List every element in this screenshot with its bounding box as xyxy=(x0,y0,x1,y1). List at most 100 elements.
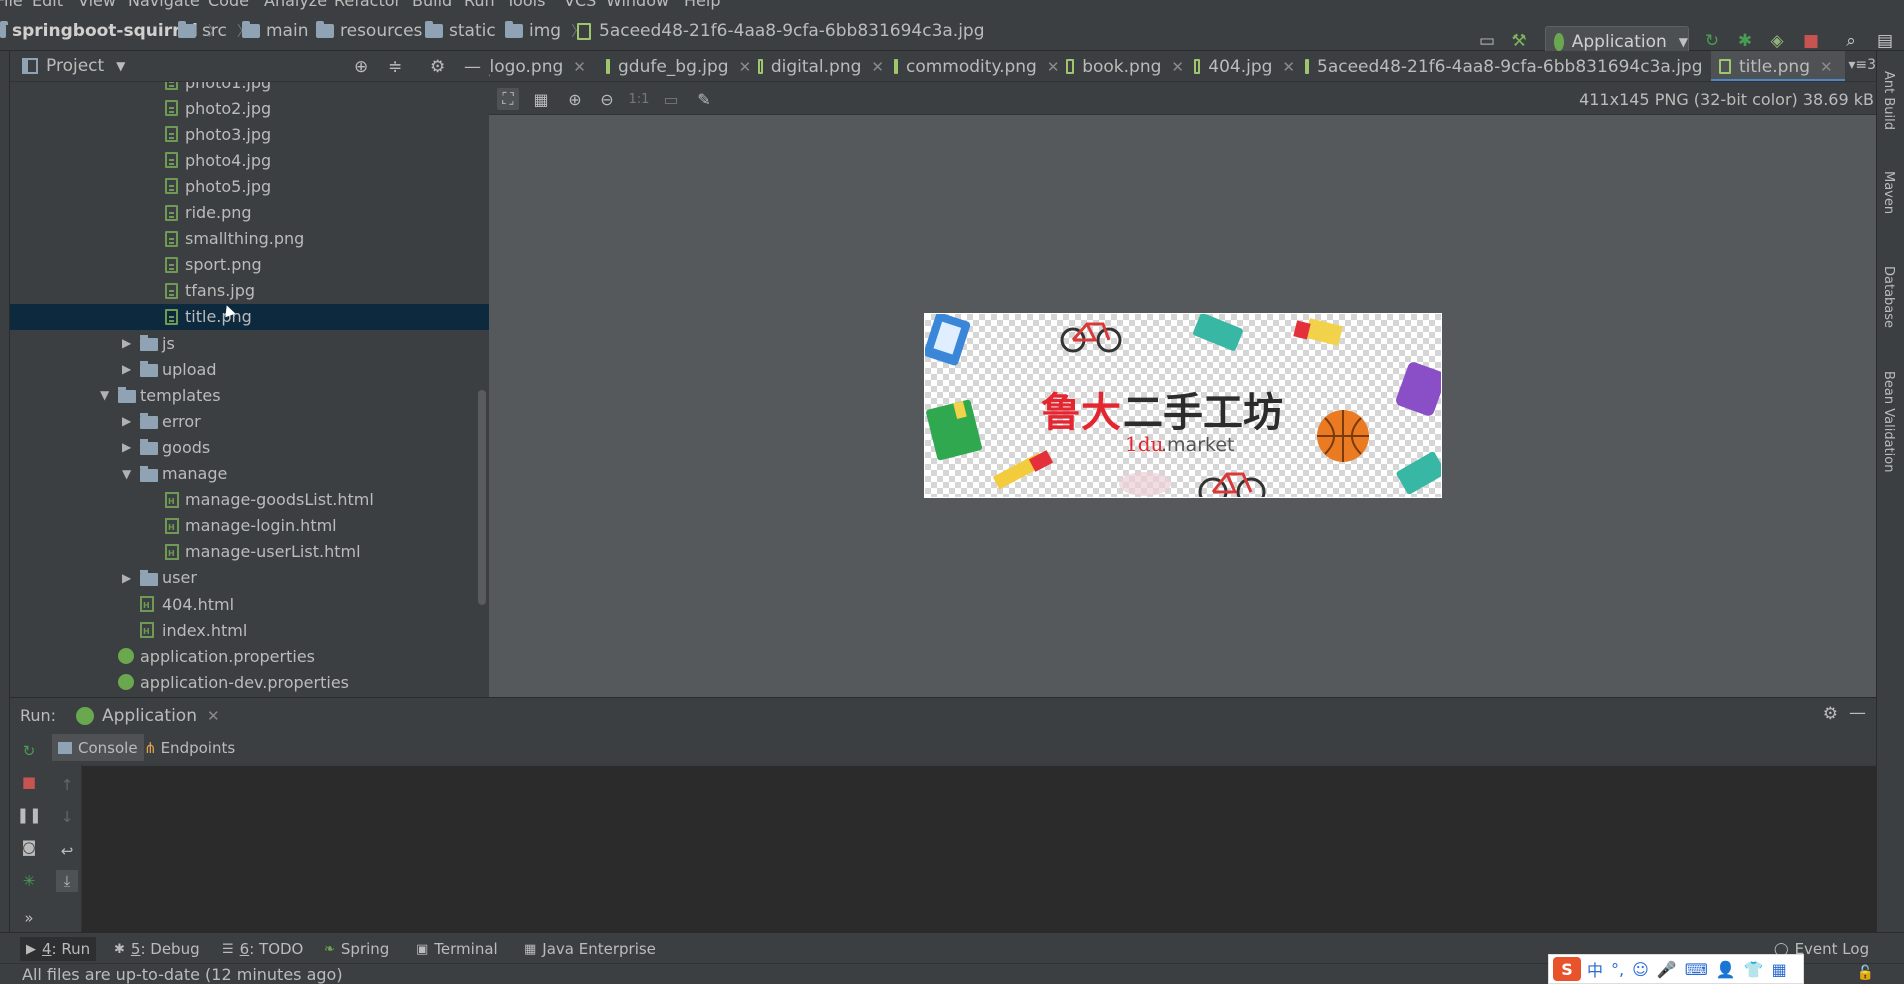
stop-icon[interactable]: ■ xyxy=(1800,30,1822,52)
soft-wrap-icon[interactable]: ↩ xyxy=(56,840,78,862)
scroll-to-end-icon[interactable]: ⤓ xyxy=(56,870,78,892)
expand-arrow-right-icon[interactable]: ▶ xyxy=(122,362,131,376)
run-tab-application[interactable]: Application ✕ xyxy=(76,702,220,729)
expand-arrow-right-icon[interactable]: ▶ xyxy=(122,440,131,454)
tree-scrollbar[interactable] xyxy=(478,390,486,605)
up-arrow-icon[interactable]: ↑ xyxy=(56,774,78,796)
restore-layout-icon[interactable]: ✳ xyxy=(18,870,40,892)
maven-tab[interactable]: Maven xyxy=(1881,171,1896,214)
tree-item-error[interactable]: ▶ error xyxy=(10,408,489,434)
menu-item[interactable]: Analyze xyxy=(264,0,327,10)
close-tab-icon[interactable]: ✕ xyxy=(1282,58,1295,76)
search-icon[interactable]: ⌕ xyxy=(1840,30,1862,52)
ant-build-tab[interactable]: Ant Build xyxy=(1881,71,1896,130)
tree-item-js[interactable]: ▶ js xyxy=(10,330,489,356)
tree-item-tfans-jpg[interactable]: tfans.jpg xyxy=(10,278,489,304)
tree-item-application-properties[interactable]: application.properties xyxy=(10,643,489,669)
menu-item[interactable]: Edit xyxy=(32,0,63,10)
tool-tab-run[interactable]: ▶ 4: Run xyxy=(20,937,97,961)
editor-tab-logo-png[interactable]: _logo.png ✕ xyxy=(489,51,586,81)
breadcrumb-img[interactable]: img 〉 xyxy=(505,20,585,42)
terminal-window-icon[interactable]: ▭ xyxy=(1476,30,1498,52)
editor-tab-5aceed48-21f6-4aa8-9cfa-6bb831694c3a-jpg[interactable]: 5aceed48-21f6-4aa8-9cfa-6bb831694c3a.jpg… xyxy=(1297,51,1725,81)
fit-zoom-icon[interactable]: ▭ xyxy=(660,88,682,110)
color-picker-icon[interactable]: ✎ xyxy=(693,88,715,110)
gear-icon[interactable]: ⚙ xyxy=(430,57,445,77)
zoom-out-icon[interactable]: ⊖ xyxy=(596,88,618,110)
rerun-icon[interactable]: ↻ xyxy=(18,740,40,762)
editor-tab-digital-png[interactable]: digital.png ✕ xyxy=(750,51,884,81)
tree-item-photo1-jpg[interactable]: photo1.jpg xyxy=(10,82,489,95)
tree-item-manage[interactable]: ▼ manage xyxy=(10,461,489,487)
tool-tab-todo[interactable]: ☰ 6: TODO xyxy=(216,937,309,961)
tool-tab-spring[interactable]: ❧ Spring xyxy=(318,937,395,961)
tab-console[interactable]: Console xyxy=(52,734,144,761)
menu-item[interactable]: Code xyxy=(208,0,249,10)
menu-item[interactable]: Navigate xyxy=(128,0,200,10)
tool-tab-terminal[interactable]: ▣ Terminal xyxy=(410,937,504,961)
editor-tab-title-png[interactable]: title.png ✕ xyxy=(1711,51,1845,81)
sogou-logo-icon[interactable]: S xyxy=(1553,957,1581,981)
minimize-icon[interactable]: — xyxy=(464,57,481,77)
menu-item[interactable]: Build xyxy=(412,0,452,10)
minimize-icon[interactable]: — xyxy=(1849,703,1866,723)
camera-icon[interactable]: ◙ xyxy=(18,836,40,858)
grid-toggle-icon[interactable]: ▦ xyxy=(530,88,552,110)
tree-item-photo4-jpg[interactable]: photo4.jpg xyxy=(10,147,489,173)
tree-item-ride-png[interactable]: ride.png xyxy=(10,200,489,226)
ime-language-indicator[interactable]: 中 xyxy=(1587,957,1603,981)
chessboard-toggle-icon[interactable]: ⛶ xyxy=(497,88,519,110)
menu-item[interactable]: Window xyxy=(606,0,669,10)
menu-item[interactable]: Refactor xyxy=(334,0,401,10)
close-tab-icon[interactable]: ✕ xyxy=(1171,58,1184,76)
editor-tab-404-jpg[interactable]: 404.jpg ✕ xyxy=(1186,51,1295,81)
tree-item-photo2-jpg[interactable]: photo2.jpg xyxy=(10,95,489,121)
tree-item-index-html[interactable]: index.html xyxy=(10,617,489,643)
keyboard-icon[interactable]: ⌨ xyxy=(1685,960,1708,979)
expand-arrow-right-icon[interactable]: ▶ xyxy=(122,336,131,350)
menu-item[interactable]: Tools xyxy=(506,0,545,10)
expand-arrow-right-icon[interactable]: ▶ xyxy=(122,414,131,428)
tab-endpoints[interactable]: ⋔ Endpoints xyxy=(138,734,241,761)
shirt-icon[interactable]: 👕 xyxy=(1744,960,1764,979)
breadcrumb-src[interactable]: src〉 xyxy=(178,20,251,42)
project-view-selector[interactable]: Project ▼ xyxy=(22,56,125,76)
tree-item-manage-login-html[interactable]: manage-login.html xyxy=(10,513,489,539)
editor-tab-book-png[interactable]: book.png ✕ xyxy=(1058,51,1184,81)
build-hammer-icon[interactable]: ⚒ xyxy=(1508,30,1530,52)
emoji-icon[interactable]: ☺ xyxy=(1632,960,1649,979)
rerun-icon[interactable]: ↻ xyxy=(1701,30,1723,52)
pause-icon[interactable]: ❚❚ xyxy=(16,804,41,826)
more-icon[interactable]: » xyxy=(18,907,40,929)
editor-tab-commodity-png[interactable]: commodity.png ✕ xyxy=(886,51,1059,81)
punctuation-icon[interactable]: °, xyxy=(1611,960,1624,979)
tree-item-photo3-jpg[interactable]: photo3.jpg xyxy=(10,121,489,147)
editor-tab-gdufe-bg-jpg[interactable]: gdufe_bg.jpg ✕ xyxy=(598,51,751,81)
debug-bug-icon[interactable]: ✱ xyxy=(1734,30,1756,52)
tree-item-title-png[interactable]: title.png xyxy=(10,303,489,330)
breadcrumb-file[interactable]: 5aceed48-21f6-4aa8-9cfa-6bb831694c3a.jpg xyxy=(577,20,985,42)
tree-item-upload[interactable]: ▶ upload xyxy=(10,356,489,382)
tool-tab-debug[interactable]: ✱ 5: Debug xyxy=(108,937,206,961)
bean-validation-tab[interactable]: Bean Validation xyxy=(1881,371,1896,472)
tree-item-user[interactable]: ▶ user xyxy=(10,565,489,591)
expand-arrow-right-icon[interactable]: ▶ xyxy=(122,571,131,585)
expand-arrow-down-icon[interactable]: ▼ xyxy=(122,467,131,481)
tree-item-sport-png[interactable]: sport.png xyxy=(10,252,489,278)
project-structure-icon[interactable]: ▤ xyxy=(1874,30,1896,52)
close-icon[interactable]: ✕ xyxy=(207,707,220,725)
more-tabs-icon[interactable]: ▾≡3 xyxy=(1848,57,1876,73)
coverage-shield-icon[interactable]: ◈ xyxy=(1766,30,1788,52)
actual-size-button[interactable]: 1:1 xyxy=(628,88,650,110)
down-arrow-icon[interactable]: ↓ xyxy=(56,806,78,828)
menu-item[interactable]: Run xyxy=(464,0,495,10)
stop-icon[interactable]: ■ xyxy=(18,771,40,793)
menu-item[interactable]: Help xyxy=(684,0,720,10)
tree-item-manage-userlist-html[interactable]: manage-userList.html xyxy=(10,539,489,565)
menu-item[interactable]: File xyxy=(0,0,23,10)
tree-item-smallthing-png[interactable]: smallthing.png xyxy=(10,226,489,252)
tree-item-goods[interactable]: ▶ goods xyxy=(10,434,489,460)
menu-item[interactable]: View xyxy=(78,0,116,10)
grid-menu-icon[interactable]: ▦ xyxy=(1772,960,1787,979)
user-icon[interactable]: 👤 xyxy=(1716,960,1736,979)
